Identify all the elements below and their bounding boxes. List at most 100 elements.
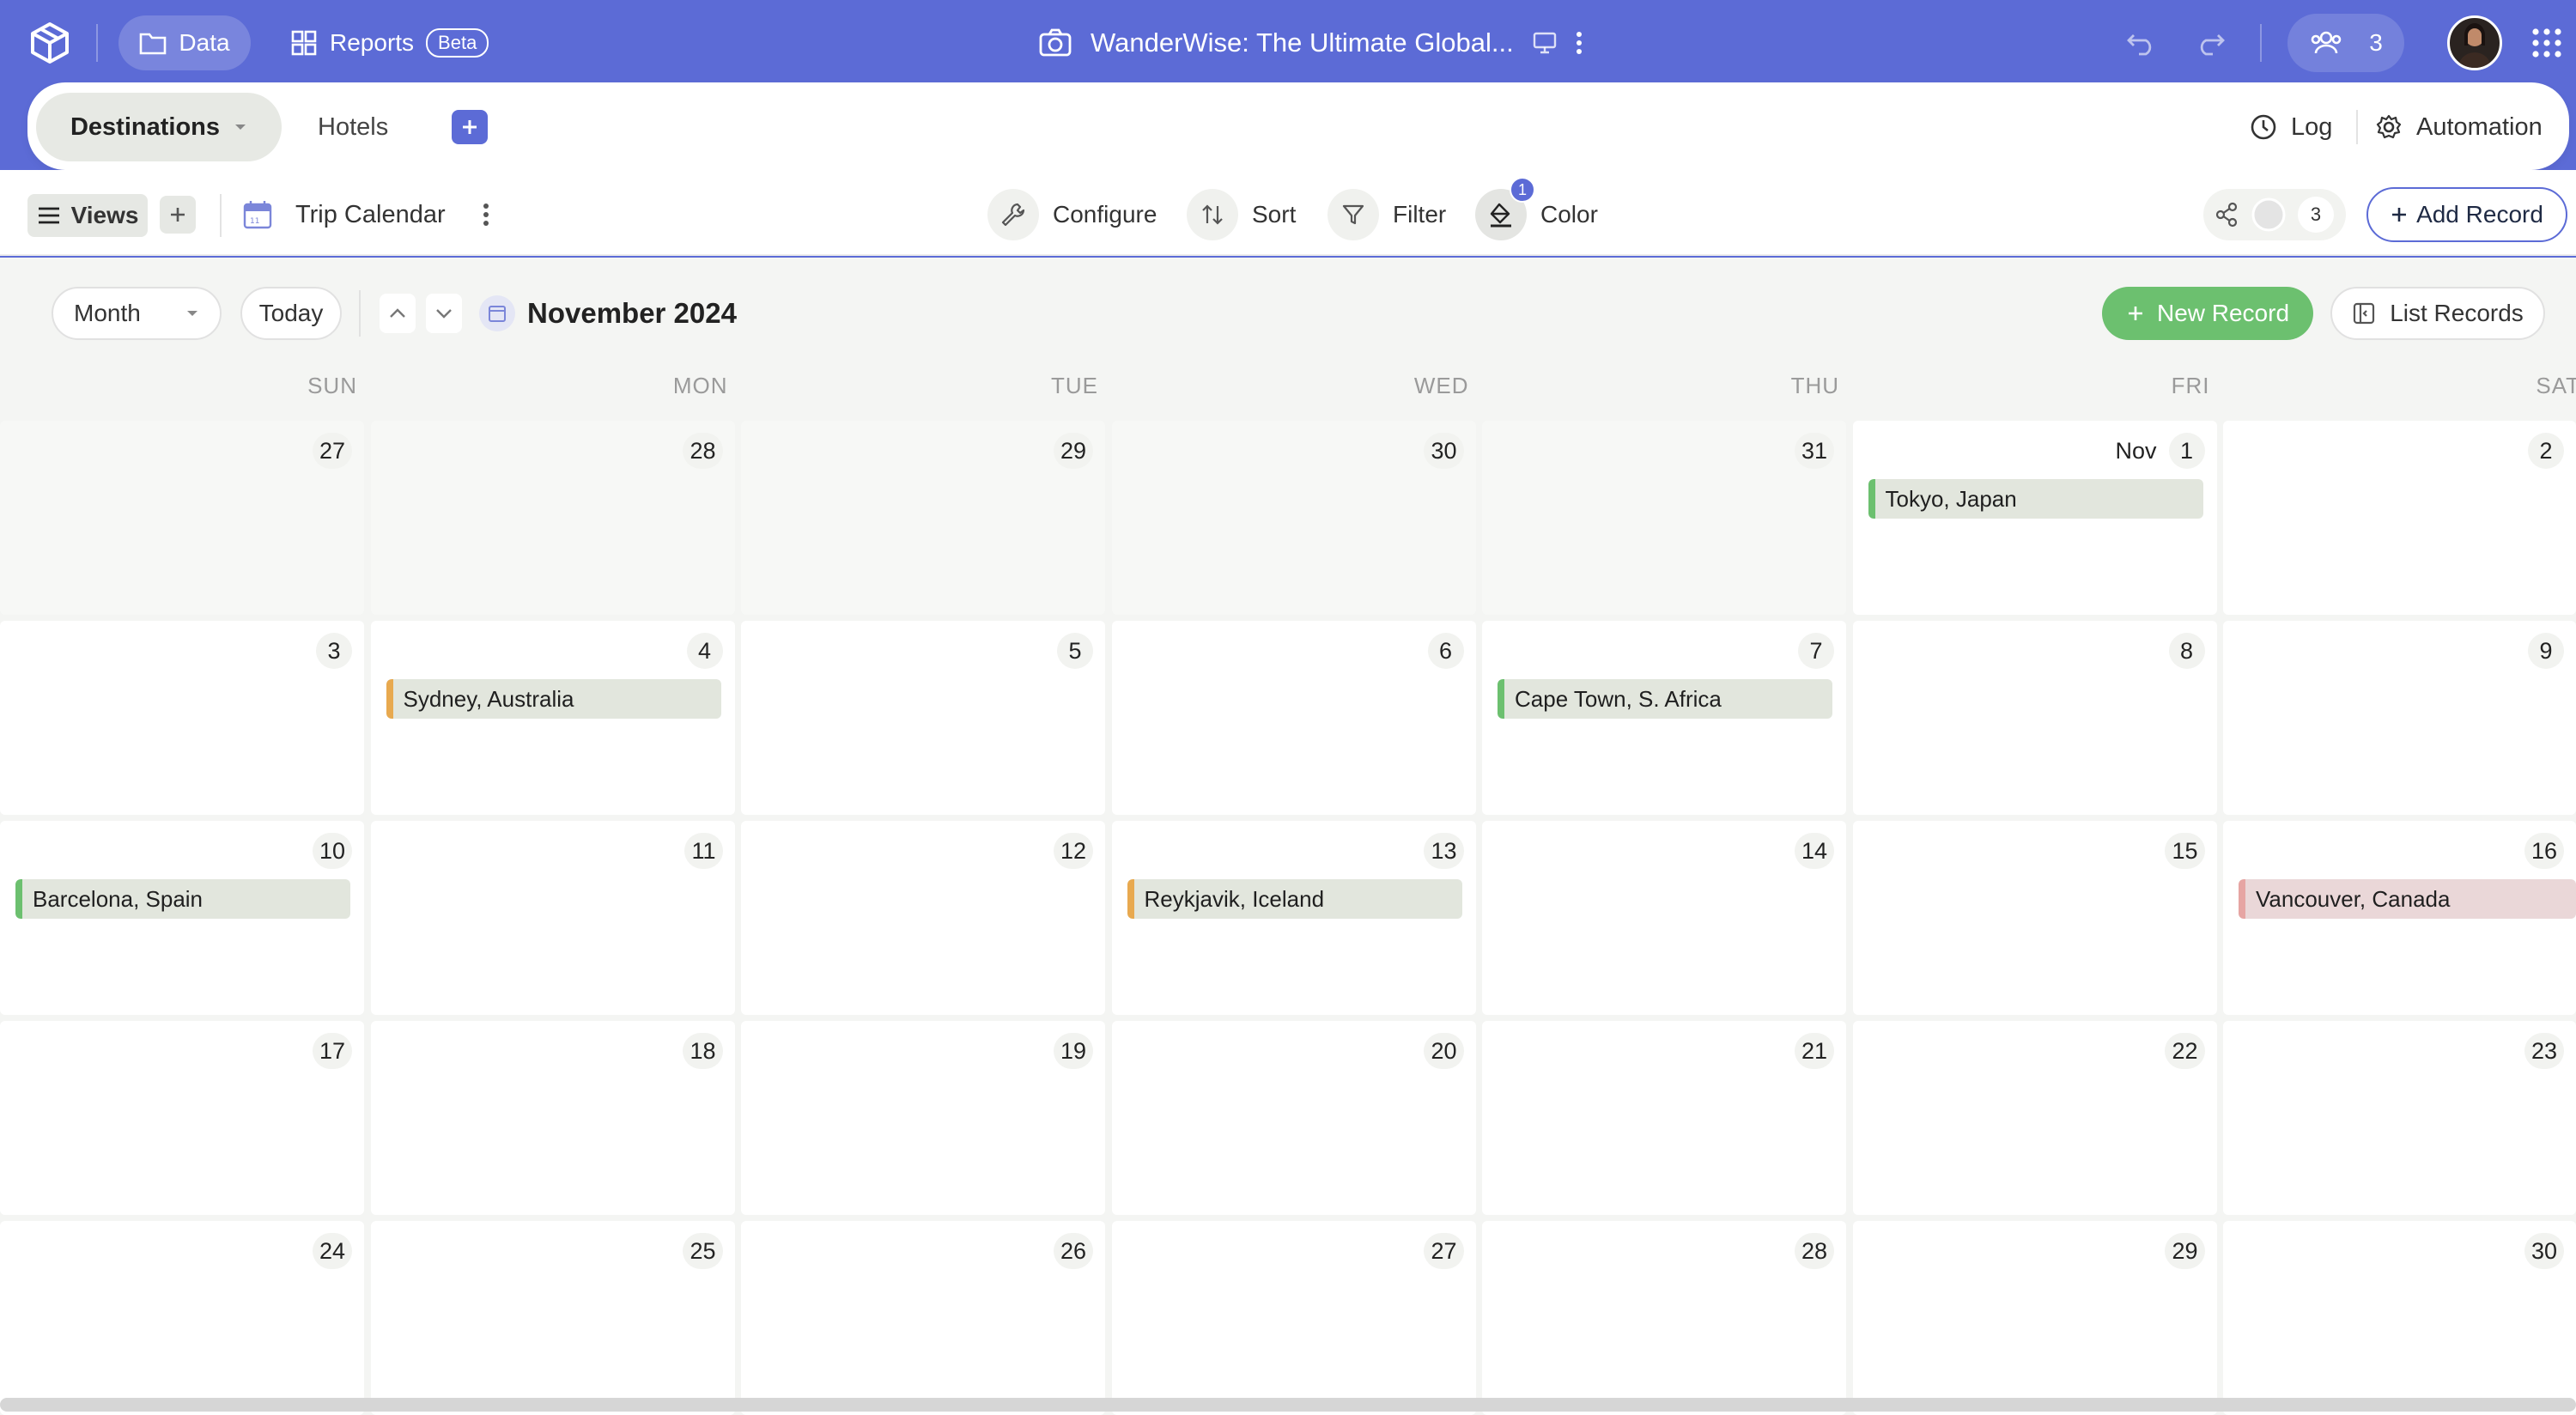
calendar-area: Month Today November 2024 New Record Lis… (0, 258, 2576, 1415)
monitor-icon[interactable] (1533, 32, 1557, 54)
log-label: Log (2291, 112, 2333, 141)
reports-tab[interactable]: Reports Beta (290, 15, 489, 70)
day-cell[interactable]: 28 (1482, 1221, 1846, 1415)
month-label: Nov (2115, 438, 2157, 464)
more-vertical-icon[interactable] (1576, 31, 1583, 55)
day-cell[interactable]: 18 (370, 1021, 735, 1215)
filter-label: Filter (1393, 201, 1447, 228)
calendar-mode-select[interactable]: Month (52, 287, 222, 340)
day-number: 19 (1053, 1033, 1093, 1069)
day-cell[interactable]: 21 (1482, 1021, 1846, 1215)
day-cell[interactable]: 22 (1852, 1021, 2217, 1215)
day-cell[interactable]: 29 (1852, 1221, 2217, 1415)
view-name: Trip Calendar (295, 200, 446, 228)
day-cell[interactable]: 7 Cape Town, S. Africa (1482, 621, 1846, 815)
day-cell[interactable]: 24 (0, 1221, 364, 1415)
view-options-icon[interactable] (474, 197, 498, 232)
log-button[interactable]: Log (2250, 101, 2332, 153)
redo-icon[interactable] (2190, 22, 2231, 64)
day-number: 29 (1053, 433, 1093, 469)
sort-arrows-icon (1187, 189, 1238, 240)
color-button[interactable]: 1 Color (1475, 177, 1598, 240)
calendar-event[interactable]: Reykjavik, Iceland (1127, 879, 1462, 919)
day-cell[interactable]: 14 (1482, 821, 1846, 1015)
base-title-area[interactable]: WanderWise: The Ultimate Global... (1039, 15, 1583, 70)
day-cell[interactable]: 1 Nov Tokyo, Japan (1852, 421, 2217, 615)
automation-button[interactable]: Automation (2375, 101, 2543, 153)
today-button[interactable]: Today (240, 287, 342, 340)
day-cell[interactable]: 27 (1111, 1221, 1476, 1415)
day-cell[interactable]: 26 (741, 1221, 1105, 1415)
undo-icon[interactable] (2121, 22, 2162, 64)
caret-down-icon (187, 311, 197, 316)
data-tab[interactable]: Data (118, 15, 251, 70)
add-view-button[interactable] (160, 196, 196, 234)
user-avatar[interactable] (2447, 15, 2502, 70)
current-month[interactable]: November 2024 (479, 287, 737, 340)
day-cell[interactable]: 3 (0, 621, 364, 815)
caret-down-icon[interactable] (234, 123, 247, 131)
day-cell[interactable]: 17 (0, 1021, 364, 1215)
collaborator-count: 3 (2369, 29, 2383, 56)
calendar-event[interactable]: Barcelona, Spain (15, 879, 350, 919)
day-cell[interactable]: 31 (1482, 421, 1846, 615)
collaborators-button[interactable]: 3 (2287, 14, 2404, 72)
calendar-icon (479, 295, 515, 331)
tab-destinations[interactable]: Destinations (36, 93, 282, 161)
calendar-event[interactable]: Tokyo, Japan (1868, 479, 2203, 519)
day-cell[interactable]: 5 (741, 621, 1105, 815)
day-cell[interactable]: 9 (2223, 621, 2576, 815)
share-button[interactable]: 3 (2203, 189, 2346, 240)
add-table-button[interactable] (452, 110, 488, 144)
weekday-thu: THU (1790, 373, 1839, 398)
users-icon (2311, 31, 2342, 54)
wrench-icon (987, 189, 1039, 240)
day-cell[interactable]: 6 (1111, 621, 1476, 815)
day-cell[interactable]: 27 (0, 421, 364, 615)
day-number: 24 (312, 1233, 352, 1269)
calendar-event[interactable]: Cape Town, S. Africa (1498, 679, 1832, 719)
data-tab-label: Data (179, 29, 230, 56)
filter-button[interactable]: Filter (1327, 189, 1446, 240)
calendar-event[interactable]: Vancouver, Canada (2239, 879, 2576, 919)
list-records-button[interactable]: List Records (2330, 287, 2545, 340)
day-cell[interactable]: 13 Reykjavik, Iceland (1111, 821, 1476, 1015)
new-record-button[interactable]: New Record (2102, 287, 2313, 340)
base-title[interactable]: WanderWise: The Ultimate Global... (1091, 27, 1514, 58)
current-view[interactable]: 11 Trip Calendar (242, 191, 446, 239)
day-cell[interactable]: 30 (2223, 1221, 2576, 1415)
horizontal-scrollbar[interactable] (0, 1398, 2576, 1412)
app-logo-icon[interactable] (26, 19, 74, 67)
day-cell[interactable]: 15 (1852, 821, 2217, 1015)
apps-grid-icon[interactable] (2531, 24, 2569, 62)
divider (96, 24, 98, 62)
previous-month-button[interactable] (380, 294, 416, 333)
day-cell[interactable]: 23 (2223, 1021, 2576, 1215)
day-cell[interactable]: 16 Vancouver, Canada (2223, 821, 2576, 1015)
configure-button[interactable]: Configure (987, 189, 1157, 240)
day-cell[interactable]: 4 Sydney, Australia (370, 621, 735, 815)
day-number: 31 (1794, 433, 1834, 469)
weekday-fri: FRI (2171, 373, 2210, 398)
day-cell[interactable]: 2 (2223, 421, 2576, 615)
day-number: 9 (2528, 633, 2564, 669)
day-cell[interactable]: 20 (1111, 1021, 1476, 1215)
day-cell[interactable]: 25 (370, 1221, 735, 1415)
add-record-button[interactable]: Add Record (2366, 187, 2567, 242)
day-cell[interactable]: 11 (370, 821, 735, 1015)
day-number: 6 (1427, 633, 1464, 669)
day-cell[interactable]: 28 (370, 421, 735, 615)
sort-button[interactable]: Sort (1187, 189, 1296, 240)
day-cell[interactable]: 10 Barcelona, Spain (0, 821, 364, 1015)
calendar-event[interactable]: Sydney, Australia (386, 679, 721, 719)
day-cell[interactable]: 29 (741, 421, 1105, 615)
tab-hotels[interactable]: Hotels (318, 93, 388, 161)
day-cell[interactable]: 8 (1852, 621, 2217, 815)
day-cell[interactable]: 19 (741, 1021, 1105, 1215)
chevron-down-icon (436, 309, 452, 319)
sidebar-panel-icon (2354, 302, 2375, 325)
next-month-button[interactable] (426, 294, 462, 333)
day-cell[interactable]: 12 (741, 821, 1105, 1015)
day-cell[interactable]: 30 (1111, 421, 1476, 615)
views-button[interactable]: Views (27, 194, 148, 237)
